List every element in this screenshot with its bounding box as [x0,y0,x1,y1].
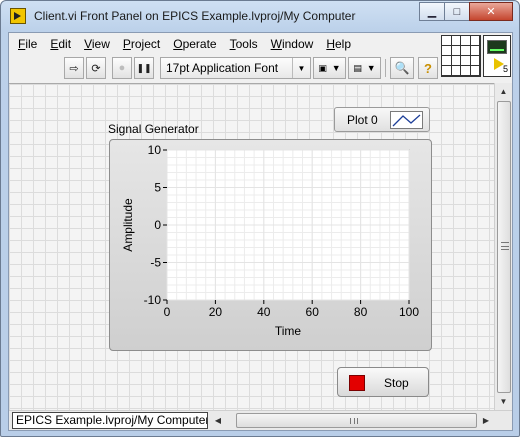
menu-accelerator: H [326,37,335,51]
x-tick-label: 20 [209,305,223,319]
waveform-graph[interactable]: 0 20 40 60 80 100 10 5 0 -5 -10 Time Amplitude [109,139,432,351]
legend-line-sample[interactable] [390,111,423,129]
distribute-objects-dropdown[interactable]: ▤ ▼ [348,57,381,79]
zoom-icon: 🔍 [394,61,410,75]
legend-plot-name: Plot 0 [347,113,378,127]
plot-legend[interactable]: Plot 0 [334,107,430,132]
menu-item-file[interactable]: File [13,37,45,51]
distribute-objects-icon: ▤ [353,62,362,73]
front-panel[interactable]: Signal Generator Plot 0 0 20 40 60 80 100 10 5… [9,83,494,410]
connector-pane-icon[interactable] [441,35,481,77]
x-tick-label: 80 [354,305,368,319]
menu-item-window[interactable]: Window [266,37,322,51]
align-objects-dropdown[interactable]: ▣ ▼ [313,57,346,79]
horizontal-scroll-thumb[interactable] [236,413,477,428]
abort-icon: ● [118,62,126,74]
maximize-icon: □ [453,5,461,18]
menu-accelerator: W [270,37,282,51]
menu-item-tools[interactable]: Tools [225,37,266,51]
run-arrow-icon: ⇨ [69,62,79,75]
graph-plot-svg: 0 20 40 60 80 100 10 5 0 -5 -10 Time Amplitude [121,143,419,338]
zoom-button[interactable]: 🔍 [390,57,414,79]
window: Client.vi Front Panel on EPICS Example.l… [0,0,520,437]
x-axis-label: Time [275,324,302,338]
x-tick-label: 60 [306,305,320,319]
menu-item-view[interactable]: View [79,37,118,51]
run-button[interactable]: ⇨ [64,57,84,79]
client-area: File Edit View Project Operate Tools Window Hel… [8,32,513,431]
grip-icon [501,242,509,250]
minimize-icon: ▁ [427,6,437,18]
grip-icon [350,418,358,424]
scroll-up-icon[interactable]: ▲ [495,83,512,100]
font-select[interactable]: 17pt Application Font ▼ [160,57,311,79]
y-tick-label: 5 [154,181,161,195]
chevron-down-icon: ▼ [292,58,310,78]
title-bar[interactable]: Client.vi Front Panel on EPICS Example.l… [1,1,519,31]
y-tick-label: 10 [148,143,162,157]
stop-led [349,375,365,391]
labview-vi-icon [10,8,26,24]
menu-label-rest: roject [130,37,161,51]
toolbar-separator [385,59,386,77]
graph-label: Signal Generator [108,122,199,136]
menu-accelerator: V [84,37,92,51]
menu-item-project[interactable]: Project [118,37,168,51]
horizontal-scrollbar[interactable]: ◀ ▶ [211,412,493,429]
x-tick-label: 40 [257,305,271,319]
vi-number: 5 [502,64,508,74]
menu-label-rest: perate [182,37,217,51]
stop-button-label: Stop [384,376,409,390]
window-controls: ▁ □ ✕ [419,2,513,21]
maximize-button[interactable]: □ [444,2,470,21]
menu-item-help[interactable]: Help [321,37,359,51]
close-icon: ✕ [486,6,496,18]
stop-button[interactable]: Stop [337,367,429,397]
menu-label-rest: indow [281,37,314,51]
x-tick-label: 0 [164,305,171,319]
pause-icon: ❚❚ [136,62,152,73]
context-help-button[interactable]: ? [418,57,438,79]
project-path: EPICS Example.lvproj/My Computer [12,412,208,429]
status-bar: EPICS Example.lvproj/My Computer ◀ ▶ [9,410,512,430]
menu-item-operate[interactable]: Operate [168,37,224,51]
y-axis: 10 5 0 -5 -10 [144,143,167,307]
chevron-down-icon: ▼ [366,63,376,73]
menu-label-rest: iew [91,37,110,51]
menu-accelerator: O [173,37,183,51]
font-select-value: 17pt Application Font [166,61,279,75]
y-tick-label: -5 [150,256,161,270]
y-tick-label: -10 [144,293,162,307]
y-tick-label: 0 [154,218,161,232]
menu-label-rest: elp [334,37,351,51]
menu-item-edit[interactable]: Edit [45,37,79,51]
scroll-left-icon[interactable]: ◀ [211,412,225,429]
vi-icon[interactable]: 5 [483,35,511,77]
run-continuously-button[interactable]: ⟳ [86,57,106,79]
y-axis-label: Amplitude [121,198,135,252]
scroll-right-icon[interactable]: ▶ [479,412,493,429]
abort-button[interactable]: ● [112,57,132,79]
oscilloscope-icon [487,40,507,54]
help-icon: ? [424,60,432,76]
minimize-button[interactable]: ▁ [419,2,445,21]
align-objects-icon: ▣ [318,62,327,73]
menu-bar: File Edit View Project Operate Tools Window Hel… [9,33,441,55]
menu-label-rest: ools [235,37,258,51]
close-button[interactable]: ✕ [469,2,513,21]
x-tick-label: 100 [399,305,419,319]
run-continuously-icon: ⟳ [91,62,101,75]
toolbar: ⇨ ⟳ ● ❚❚ 17pt Application Font ▼ ▣ ▼ ▤ ▼ 🔍… [9,57,441,81]
menu-label-rest: dit [58,37,72,51]
pause-button[interactable]: ❚❚ [134,57,154,79]
chevron-down-icon: ▼ [331,63,341,73]
vertical-scrollbar[interactable]: ▲ ▼ [494,83,512,410]
window-title: Client.vi Front Panel on EPICS Example.l… [34,9,356,23]
menu-accelerator: P [122,37,131,51]
scroll-down-icon[interactable]: ▼ [495,393,512,410]
vertical-scroll-thumb[interactable] [497,101,511,393]
x-axis: 0 20 40 60 80 100 [164,300,419,319]
menu-label-rest: ile [25,37,38,51]
plot-line-icon [392,114,421,127]
